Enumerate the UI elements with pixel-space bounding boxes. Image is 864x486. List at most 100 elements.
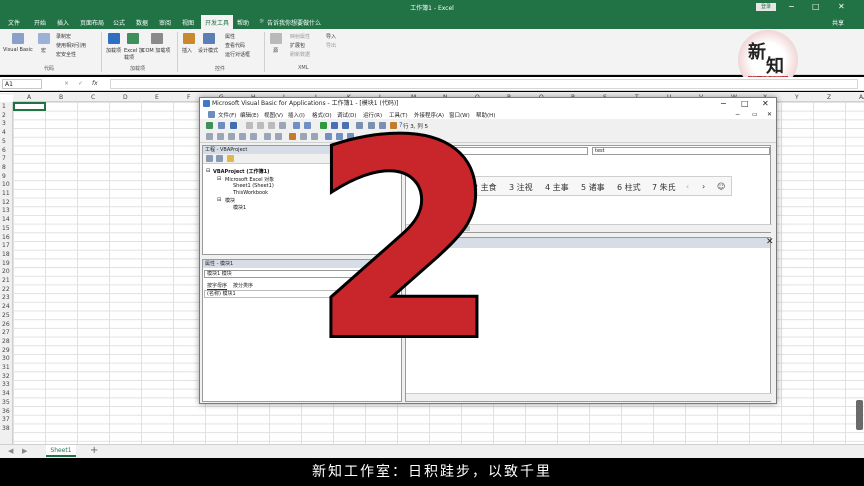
menu-window[interactable]: 窗口(W) xyxy=(449,111,470,119)
save-icon[interactable] xyxy=(230,122,237,129)
row-header[interactable]: 19 xyxy=(2,260,10,267)
paste-icon[interactable] xyxy=(268,122,275,129)
row-header[interactable]: 24 xyxy=(2,303,10,310)
ime-candidate[interactable]: 5 诸事 xyxy=(581,182,605,193)
list-members-icon[interactable] xyxy=(206,133,213,140)
tab-insert[interactable]: 插入 xyxy=(57,18,69,27)
menu-debug[interactable]: 调试(D) xyxy=(337,111,357,119)
tree-node-excel-objects[interactable]: Microsoft Excel 对象 xyxy=(225,176,274,183)
column-header[interactable]: AA xyxy=(859,94,864,101)
menu-help[interactable]: 帮助(H) xyxy=(476,111,495,119)
menu-tools[interactable]: 工具(T) xyxy=(389,111,408,119)
minimize-icon[interactable]: − xyxy=(735,111,740,118)
row-header[interactable]: 3 xyxy=(2,120,6,127)
indent-icon[interactable] xyxy=(264,133,271,140)
tree-node[interactable]: ⊟ xyxy=(217,176,221,182)
ime-next-page-icon[interactable]: › xyxy=(702,182,705,191)
ime-candidate[interactable]: 7 朱氏 xyxy=(652,182,676,193)
vertical-scrollbar-thumb[interactable] xyxy=(856,400,863,430)
login-button[interactable]: 登录 xyxy=(756,3,776,11)
copy-icon[interactable] xyxy=(257,122,264,129)
row-header[interactable]: 32 xyxy=(2,373,10,380)
maximize-icon[interactable]: □ xyxy=(741,99,749,108)
tree-node-thisworkbook[interactable]: ThisWorkbook xyxy=(233,190,268,196)
emoji-icon[interactable]: ☺ xyxy=(717,182,725,191)
tab-categorized[interactable]: 按分类序 xyxy=(233,282,253,289)
row-header[interactable]: 38 xyxy=(2,425,10,432)
outdent-icon[interactable] xyxy=(275,133,282,140)
column-header[interactable]: Z xyxy=(827,94,831,101)
row-header[interactable]: 21 xyxy=(2,277,10,284)
menu-run[interactable]: 运行(R) xyxy=(363,111,382,119)
view-object-icon[interactable] xyxy=(216,155,223,162)
row-header[interactable]: 25 xyxy=(2,312,10,319)
row-header[interactable]: 11 xyxy=(2,190,10,197)
row-header[interactable]: 34 xyxy=(2,390,10,397)
row-header[interactable]: 9 xyxy=(2,173,6,180)
maximize-icon[interactable]: □ xyxy=(812,2,820,11)
enter-icon[interactable]: ✓ xyxy=(78,80,83,87)
column-header[interactable]: E xyxy=(155,94,159,101)
row-header[interactable]: 20 xyxy=(2,268,10,275)
next-sheet-icon[interactable]: ▶ xyxy=(22,447,27,455)
complete-word-icon[interactable] xyxy=(250,133,257,140)
properties-button[interactable]: 属性 xyxy=(225,33,235,40)
column-header[interactable]: F xyxy=(187,94,190,101)
close-icon[interactable]: ✕ xyxy=(838,2,845,11)
tab-formulas[interactable]: 公式 xyxy=(113,18,125,27)
view-excel-icon[interactable] xyxy=(206,122,213,129)
tab-view[interactable]: 视图 xyxy=(182,18,194,27)
row-header[interactable]: 6 xyxy=(2,147,6,154)
menu-insert[interactable]: 插入(I) xyxy=(288,111,305,119)
relative-reference-button[interactable]: 使用相对引用 xyxy=(56,42,86,49)
row-header[interactable]: 17 xyxy=(2,242,10,249)
procedure-combo[interactable]: test xyxy=(592,147,770,155)
toggle-breakpoint-icon[interactable] xyxy=(289,133,296,140)
cut-icon[interactable] xyxy=(246,122,253,129)
share-button[interactable]: 共享 xyxy=(832,18,844,27)
row-header[interactable]: 12 xyxy=(2,199,10,206)
ime-prev-page-icon[interactable]: ‹ xyxy=(686,182,689,191)
quick-info-icon[interactable] xyxy=(228,133,235,140)
sheet-tab[interactable]: Sheet1 xyxy=(46,445,76,457)
row-header[interactable]: 7 xyxy=(2,155,6,162)
row-header[interactable]: 16 xyxy=(2,234,10,241)
undo-icon[interactable] xyxy=(293,122,300,129)
menu-file[interactable]: 文件(F) xyxy=(218,111,236,119)
add-sheet-icon[interactable]: + xyxy=(90,445,98,456)
column-header[interactable]: B xyxy=(59,94,63,101)
row-header[interactable]: 30 xyxy=(2,355,10,362)
menu-format[interactable]: 格式(O) xyxy=(312,111,332,119)
expansion-packs-button[interactable]: 扩展包 xyxy=(290,42,305,49)
close-icon[interactable]: ✕ xyxy=(762,99,769,108)
list-constants-icon[interactable] xyxy=(217,133,224,140)
row-header[interactable]: 28 xyxy=(2,338,10,345)
prev-sheet-icon[interactable]: ◀ xyxy=(8,447,13,455)
menu-edit[interactable]: 编辑(E) xyxy=(240,111,259,119)
com-addins-button[interactable]: COM 加载项 xyxy=(142,47,170,54)
row-header[interactable]: 36 xyxy=(2,408,10,415)
import-button[interactable]: 导入 xyxy=(326,33,336,40)
minimize-icon[interactable]: − xyxy=(788,2,795,11)
visual-basic-button[interactable]: Visual Basic xyxy=(3,47,33,53)
macro-security-button[interactable]: 宏安全性 xyxy=(56,51,76,58)
column-header[interactable]: A xyxy=(27,94,31,101)
excel-addins-button[interactable]: Excel 加载项 xyxy=(124,47,144,61)
addins-button[interactable]: 加载项 xyxy=(106,47,124,54)
run-dialog-button[interactable]: 运行对话框 xyxy=(225,51,250,58)
selected-cell[interactable] xyxy=(13,102,46,111)
ime-candidate[interactable]: 3 注视 xyxy=(509,182,533,193)
refresh-data-button[interactable]: 刷新数据 xyxy=(290,51,310,58)
view-code-button[interactable]: 查看代码 xyxy=(225,42,245,49)
tab-data[interactable]: 数据 xyxy=(136,18,148,27)
macros-button[interactable]: 宏 xyxy=(41,47,46,54)
row-header[interactable]: 5 xyxy=(2,138,6,145)
find-icon[interactable] xyxy=(279,122,286,129)
tab-home[interactable]: 开始 xyxy=(34,18,46,27)
tab-review[interactable]: 审阅 xyxy=(159,18,171,27)
design-mode-button[interactable]: 设计模式 xyxy=(198,47,218,54)
insert-module-icon[interactable] xyxy=(218,122,225,129)
horizontal-scrollbar[interactable] xyxy=(406,393,772,401)
record-macro-button[interactable]: 录制宏 xyxy=(56,33,71,40)
column-header[interactable]: D xyxy=(123,94,128,101)
